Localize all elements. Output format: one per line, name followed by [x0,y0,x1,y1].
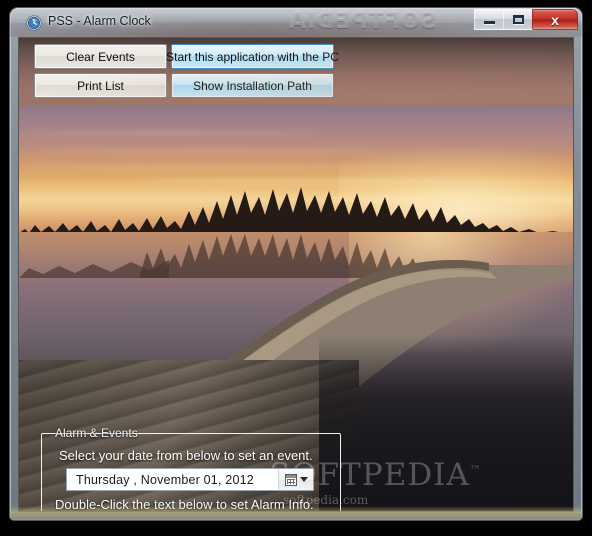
date-picker-value: Thursday , November 01, 2012 [76,472,254,487]
minimize-button[interactable] [474,9,503,30]
clear-events-button[interactable]: Clear Events [34,44,167,69]
start-with-pc-button[interactable]: Start this application with the PC [166,44,339,69]
clock-icon [26,15,42,31]
maximize-button[interactable] [503,9,532,30]
window-title: PSS - Alarm Clock [48,14,151,28]
select-date-hint: Select your date from below to set an ev… [59,448,313,463]
client-area: Clear Events Print List Start this appli… [18,37,574,512]
button-toolbar: Clear Events Print List Start this appli… [19,38,573,105]
app-window: SOFTPEDIA PSS - Alarm Clock x Clear Even… [10,8,582,520]
close-icon: x [551,11,559,28]
show-installation-path-button[interactable]: Show Installation Path [171,73,334,98]
screenshot-root: SOFTPEDIA PSS - Alarm Clock x Clear Even… [0,0,592,536]
softpedia-watermark-titlebar: SOFTPEDIA [288,9,437,34]
caption-buttons: x [474,9,578,30]
print-list-button[interactable]: Print List [34,73,167,98]
window-bottom-edge [10,506,582,520]
date-picker[interactable]: Thursday , November 01, 2012 [66,468,314,491]
calendar-icon [284,473,297,486]
close-button[interactable]: x [532,9,578,30]
title-bar[interactable]: SOFTPEDIA PSS - Alarm Clock x [10,8,582,38]
date-picker-dropdown-button[interactable] [278,469,313,490]
chevron-down-icon [299,477,308,482]
alarm-events-groupbox: Alarm & Events Select your date from bel… [41,426,341,511]
maximize-icon [512,15,524,24]
groupbox-legend: Alarm & Events [55,426,138,440]
trademark-symbol: ™ [469,463,482,477]
minimize-icon [483,20,495,24]
background-photo: SOFTPEDIA™ softpedia.com 14:38:54 Alarm … [19,105,573,511]
